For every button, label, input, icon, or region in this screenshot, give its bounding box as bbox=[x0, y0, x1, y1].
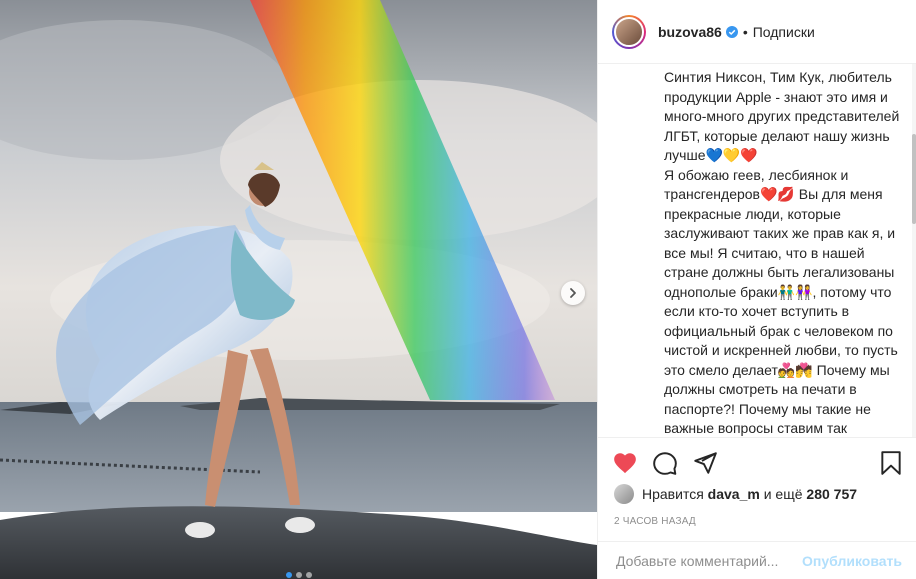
likes-prefix: Нравится bbox=[642, 486, 704, 502]
carousel-indicator bbox=[0, 572, 597, 578]
liker-username-link[interactable]: dava_m bbox=[708, 486, 760, 502]
save-button[interactable] bbox=[878, 450, 904, 476]
avatar[interactable] bbox=[612, 14, 646, 49]
heart-icon bbox=[614, 453, 636, 474]
comment-icon bbox=[653, 452, 677, 475]
comment-button[interactable] bbox=[652, 450, 678, 476]
comment-input[interactable] bbox=[614, 551, 803, 570]
carousel-dot bbox=[285, 572, 292, 578]
likes-connector: и ещё bbox=[763, 486, 803, 502]
avatar-image bbox=[614, 16, 644, 47]
caption-scroll-area[interactable]: Синтия Никсон, Тим Кук, любитель продукц… bbox=[598, 64, 916, 437]
post-photo[interactable] bbox=[0, 0, 597, 579]
username-link[interactable]: buzova86 bbox=[658, 24, 722, 40]
comment-bar: Опубликовать bbox=[598, 541, 916, 579]
following-button[interactable]: Подписки bbox=[753, 24, 815, 40]
publish-button[interactable]: Опубликовать bbox=[802, 553, 902, 569]
share-button[interactable] bbox=[692, 450, 718, 476]
chevron-right-icon bbox=[570, 288, 576, 298]
like-button[interactable] bbox=[612, 450, 638, 476]
photo-image bbox=[0, 0, 597, 579]
share-icon bbox=[694, 452, 717, 474]
liker-avatar bbox=[614, 484, 634, 504]
verified-badge-icon bbox=[725, 25, 738, 38]
post-actions bbox=[598, 437, 916, 487]
post-timestamp[interactable]: 2 ЧАСОВ НАЗАД bbox=[614, 516, 696, 527]
carousel-dot bbox=[295, 572, 302, 578]
bookmark-icon bbox=[881, 451, 901, 475]
likes-summary: Нравится dava_m и ещё 280 757 bbox=[614, 484, 857, 504]
post-caption: Синтия Никсон, Тим Кук, любитель продукц… bbox=[664, 69, 900, 436]
post-header: buzova86 • Подписки bbox=[598, 0, 916, 64]
scrollbar-thumb[interactable] bbox=[912, 134, 916, 224]
header-separator: • bbox=[742, 23, 748, 40]
next-photo-button[interactable] bbox=[561, 281, 585, 305]
likes-count[interactable]: 280 757 bbox=[806, 486, 857, 502]
carousel-dot bbox=[305, 572, 312, 578]
post-side-panel: buzova86 • Подписки Синтия Никсон, Тим К… bbox=[597, 0, 916, 579]
caption-scrollbar[interactable] bbox=[912, 64, 916, 437]
